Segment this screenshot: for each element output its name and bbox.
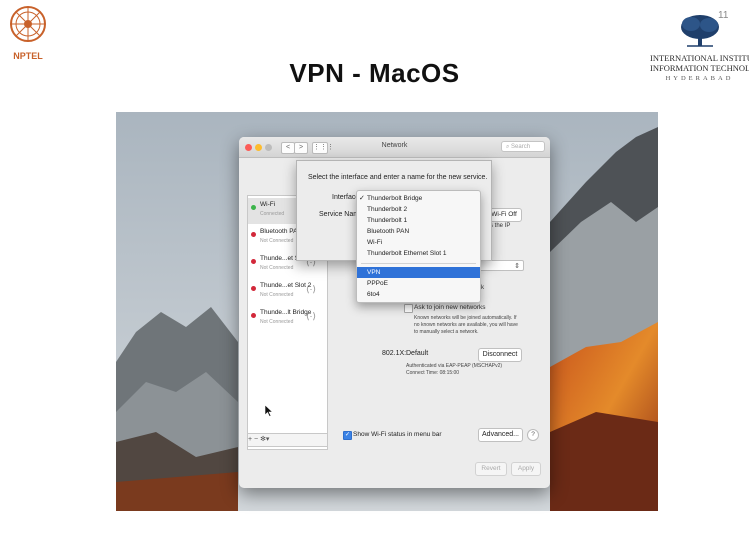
checkmark-icon: ✓ [359,195,365,202]
ask-to-join-checkbox[interactable] [404,304,413,313]
service-status: Not Connected [260,319,294,325]
institute-city: HYDERABAD [665,75,734,82]
institute-name-line1: INTERNATIONAL INSTITUTE [650,53,749,63]
search-placeholder: Search [511,144,531,150]
menu-item-thunderbolt-ethernet-slot1[interactable]: Thunderbolt Ethernet Slot 1 [357,248,480,259]
service-item-thunderbolt-slot2[interactable]: Thunde...et Slot 2 Not Connected ⟨·⟩ [248,279,327,305]
status-dot [251,313,256,318]
help-button[interactable]: ? [527,429,539,441]
menu-item-thunderbolt-1[interactable]: Thunderbolt 1 [357,215,480,226]
service-status: Connected [260,211,285,217]
search-field[interactable]: ⌕ Search [501,141,545,152]
status-dot [251,232,256,237]
show-wifi-status-checkbox[interactable]: ✓ [343,431,352,440]
known-networks-description: Known networks will be joined automatica… [414,315,518,336]
menu-separator [361,263,476,264]
nptel-logo: NPTEL [6,4,50,61]
window-titlebar: < > ⋮⋮⋮ Network ⌕ Search [239,137,550,158]
service-item-thunderbolt-bridge[interactable]: Thunde...lt Bridge Not Connected ⟨·⟩ [248,306,327,332]
known-networks-line2: no known networks are available, you wil… [414,322,518,328]
menu-item-vpn[interactable]: VPN [357,267,480,278]
connect-time-text: Connect Time: 08:15:00 [406,370,460,376]
menu-item-6to4[interactable]: 6to4 [357,289,480,300]
iiit-logo: INTERNATIONAL INSTITUTE INFORMATION TECH… [650,14,749,94]
service-status: Not Connected [260,292,294,298]
menu-item-label: Thunderbolt Bridge [367,195,423,202]
wifi-status-text: s the IP [490,223,511,229]
network-name-select[interactable]: ⇕ [479,260,524,271]
thunderbolt-icon: ⟨·⟩ [306,284,317,294]
status-dot [251,259,256,264]
institute-name-line2: INFORMATION TECHNOLO [650,63,749,73]
menu-item-pppoe[interactable]: PPPoE [357,278,480,289]
known-networks-line3: to manually select a network. [414,329,479,335]
service-name: Thunde...et Slot 2 [260,282,312,289]
service-name: Wi-Fi [260,201,276,208]
apply-button[interactable]: Apply [511,462,541,476]
status-dot [251,286,256,291]
advanced-button[interactable]: Advanced... [478,428,523,442]
sheet-prompt: Select the interface and enter a name fo… [308,174,488,181]
revert-button[interactable]: Revert [475,462,507,476]
thunderbolt-icon: ⟨·⟩ [306,311,317,321]
dot1x-label: 802.1X: [382,350,407,357]
sidebar-footer-controls[interactable]: + − ✻▾ [247,433,328,447]
service-status: Not Connected [260,238,294,244]
menu-item-thunderbolt-bridge[interactable]: ✓ Thunderbolt Bridge [357,193,480,204]
auth-method-text: Authenticated via EAP-PEAP (MSCHAPv2) [406,363,503,369]
known-networks-line1: Known networks will be joined automatica… [414,315,517,321]
mouse-pointer-icon [265,405,273,417]
service-name: Thunde...lt Bridge [260,309,312,316]
slide-title: VPN - MacOS [289,58,460,88]
authentication-info: Authenticated via EAP-PEAP (MSCHAPv2) Co… [406,363,502,377]
status-dot [251,205,256,210]
chevron-updown-icon: ⇕ [514,263,520,270]
show-wifi-status-label: Show Wi-Fi status in menu bar [353,431,442,438]
interface-dropdown-menu: ✓ Thunderbolt Bridge Thunderbolt 2 Thund… [356,190,481,303]
ask-to-join-label: Ask to join new networks [414,304,486,311]
dot1x-value: Default [406,350,429,357]
tree-icon [680,15,719,47]
menu-item-bluetooth-pan[interactable]: Bluetooth PAN [357,226,480,237]
service-status: Not Connected [260,265,294,271]
menu-item-wifi[interactable]: Wi-Fi [357,237,480,248]
menu-item-thunderbolt-2[interactable]: Thunderbolt 2 [357,204,480,215]
disconnect-button[interactable]: Disconnect [478,348,522,362]
